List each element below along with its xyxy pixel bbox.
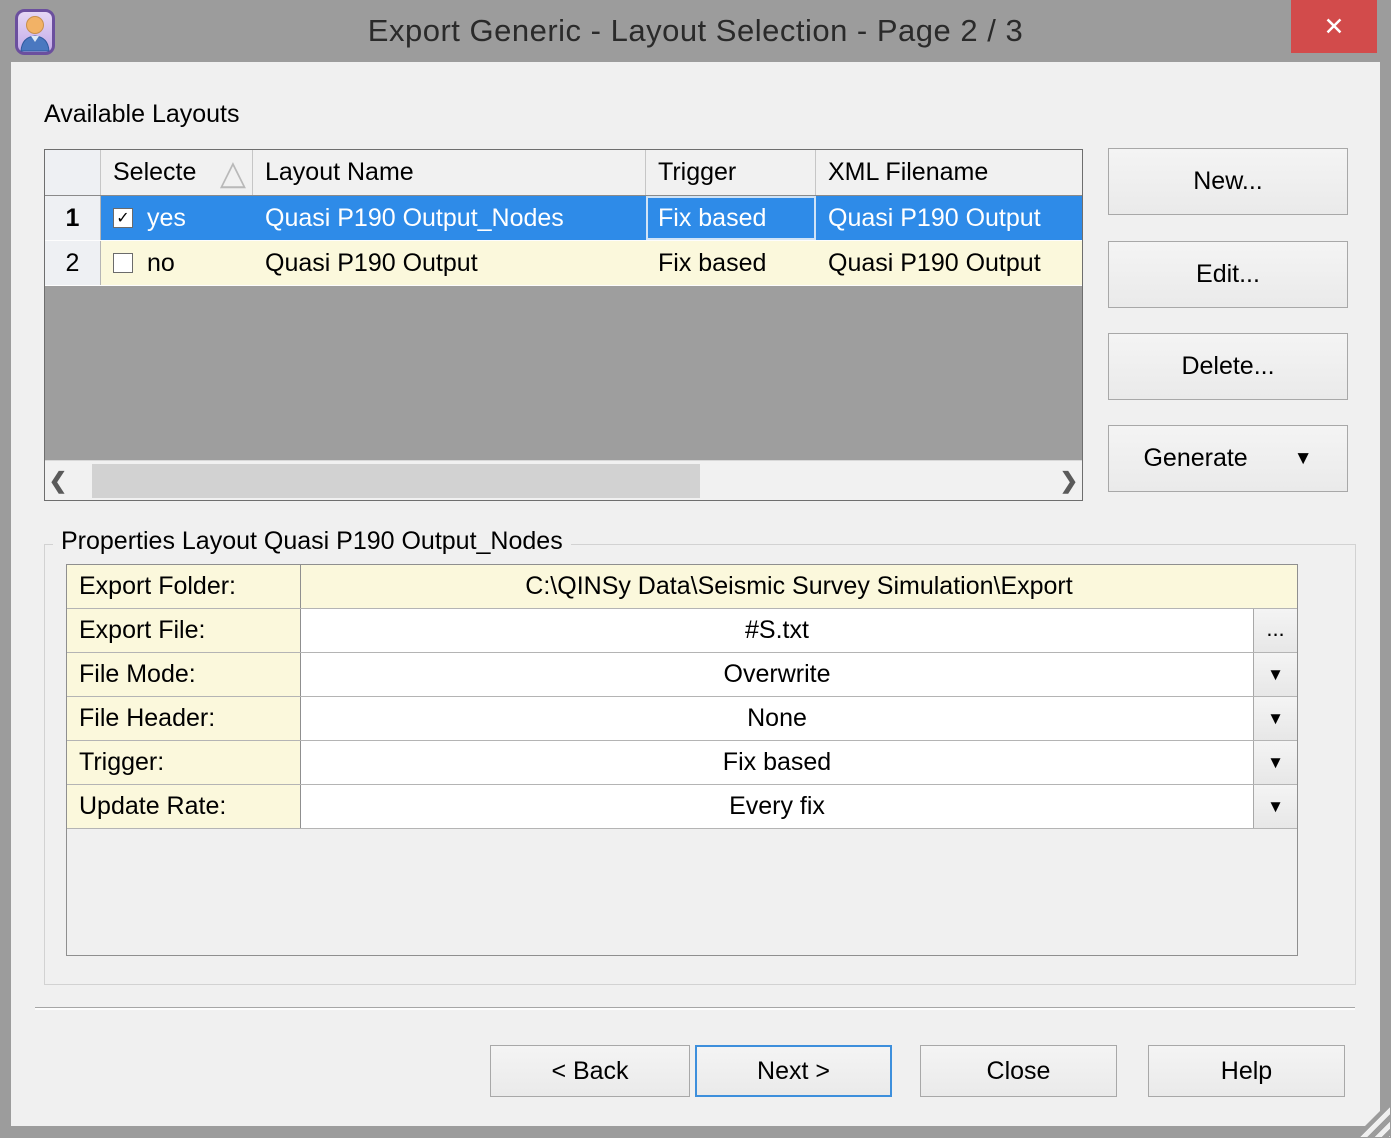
file-header-dropdown-button[interactable]: ▼ <box>1253 697 1297 740</box>
window-title: Export Generic - Layout Selection - Page… <box>0 13 1391 49</box>
scroll-right-icon[interactable]: ❯ <box>1056 461 1082 501</box>
row-number: 2 <box>45 241 101 285</box>
xml-filename-cell[interactable]: Quasi P190 Output <box>816 196 1083 240</box>
property-row-trigger: Trigger: Fix based ▼ <box>67 741 1297 785</box>
file-mode-dropdown-button[interactable]: ▼ <box>1253 653 1297 696</box>
properties-grid: Export Folder: C:\QINSy Data\Seismic Sur… <box>66 564 1298 956</box>
column-header-xml-filename[interactable]: XML Filename <box>816 150 1083 195</box>
horizontal-scrollbar[interactable]: ❮ ❯ <box>45 460 1082 500</box>
property-row-file-mode: File Mode: Overwrite ▼ <box>67 653 1297 697</box>
selected-cell[interactable]: no <box>101 241 253 285</box>
title-bar[interactable]: Export Generic - Layout Selection - Page… <box>0 0 1391 62</box>
selected-checkbox[interactable] <box>113 253 133 273</box>
sort-ascending-icon: △ <box>220 154 246 192</box>
table-row[interactable]: 2 no Quasi P190 Output Fix based Quasi P… <box>45 241 1082 286</box>
close-icon: ✕ <box>1324 12 1345 42</box>
property-row-export-file: Export File: #S.txt ... <box>67 609 1297 653</box>
scroll-left-icon[interactable]: ❮ <box>45 461 71 501</box>
xml-filename-cell[interactable]: Quasi P190 Output <box>816 241 1083 285</box>
chevron-down-icon: ▼ <box>1267 753 1284 773</box>
column-header-rownum[interactable] <box>45 150 101 195</box>
update-rate-label: Update Rate: <box>67 785 301 828</box>
trigger-value[interactable]: Fix based <box>301 741 1253 784</box>
table-empty-area <box>45 286 1082 460</box>
available-layouts-label: Available Layouts <box>44 100 240 129</box>
generate-button[interactable]: Generate ▼ <box>1108 425 1348 492</box>
selected-cell[interactable]: ✓ yes <box>101 196 253 240</box>
trigger-label: Trigger: <box>67 741 301 784</box>
property-row-update-rate: Update Rate: Every fix ▼ <box>67 785 1297 829</box>
edit-button[interactable]: Edit... <box>1108 241 1348 308</box>
next-button[interactable]: Next > <box>695 1045 892 1097</box>
scrollbar-track[interactable] <box>71 461 1056 501</box>
layouts-table-header: Selecte △ Layout Name Trigger XML Filena… <box>45 150 1082 196</box>
export-file-value[interactable]: #S.txt <box>301 609 1253 652</box>
trigger-cell[interactable]: Fix based <box>646 241 816 285</box>
file-mode-value[interactable]: Overwrite <box>301 653 1253 696</box>
help-button[interactable]: Help <box>1148 1045 1345 1097</box>
layout-name-cell[interactable]: Quasi P190 Output_Nodes <box>253 196 646 240</box>
scrollbar-thumb[interactable] <box>92 464 700 498</box>
back-button[interactable]: < Back <box>490 1045 690 1097</box>
dialog-client-area: Available Layouts Selecte △ Layout Name … <box>11 62 1380 1126</box>
dialog-window: Export Generic - Layout Selection - Page… <box>0 0 1391 1138</box>
file-header-value[interactable]: None <box>301 697 1253 740</box>
column-header-trigger[interactable]: Trigger <box>646 150 816 195</box>
table-row[interactable]: 1 ✓ yes Quasi P190 Output_Nodes Fix base… <box>45 196 1082 241</box>
properties-groupbox-label: Properties Layout Quasi P190 Output_Node… <box>53 527 571 556</box>
trigger-dropdown-button[interactable]: ▼ <box>1253 741 1297 784</box>
layouts-table: Selecte △ Layout Name Trigger XML Filena… <box>44 149 1083 501</box>
check-icon: ✓ <box>116 208 129 228</box>
layout-name-cell[interactable]: Quasi P190 Output <box>253 241 646 285</box>
chevron-down-icon: ▼ <box>1267 665 1284 685</box>
export-file-label: Export File: <box>67 609 301 652</box>
close-window-button[interactable]: ✕ <box>1291 0 1377 53</box>
column-header-selected[interactable]: Selecte △ <box>101 150 253 195</box>
ellipsis-icon: ... <box>1266 616 1284 642</box>
selected-checkbox[interactable]: ✓ <box>113 208 133 228</box>
property-row-export-folder: Export Folder: C:\QINSy Data\Seismic Sur… <box>67 565 1297 609</box>
chevron-down-icon: ▼ <box>1267 797 1284 817</box>
close-button[interactable]: Close <box>920 1045 1117 1097</box>
trigger-cell[interactable]: Fix based <box>646 196 816 240</box>
update-rate-value[interactable]: Every fix <box>301 785 1253 828</box>
chevron-down-icon: ▼ <box>1294 448 1313 470</box>
properties-groupbox: Properties Layout Quasi P190 Output_Node… <box>44 544 1356 985</box>
file-mode-label: File Mode: <box>67 653 301 696</box>
selected-text: yes <box>147 204 186 233</box>
update-rate-dropdown-button[interactable]: ▼ <box>1253 785 1297 828</box>
new-button[interactable]: New... <box>1108 148 1348 215</box>
delete-button[interactable]: Delete... <box>1108 333 1348 400</box>
row-number: 1 <box>45 196 101 240</box>
column-header-layout-name[interactable]: Layout Name <box>253 150 646 195</box>
browse-button[interactable]: ... <box>1253 609 1297 652</box>
footer-separator <box>35 1007 1355 1010</box>
export-folder-value[interactable]: C:\QINSy Data\Seismic Survey Simulation\… <box>301 565 1297 608</box>
export-folder-label: Export Folder: <box>67 565 301 608</box>
file-header-label: File Header: <box>67 697 301 740</box>
selected-text: no <box>147 249 175 278</box>
chevron-down-icon: ▼ <box>1267 709 1284 729</box>
property-row-file-header: File Header: None ▼ <box>67 697 1297 741</box>
